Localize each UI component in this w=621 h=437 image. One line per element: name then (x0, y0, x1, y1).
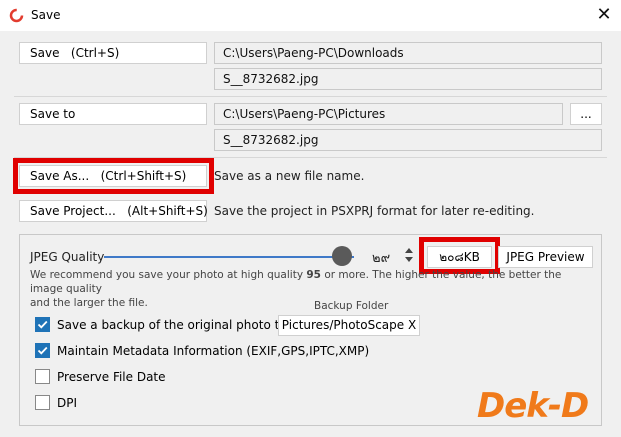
browse-folder-button[interactable]: ... (570, 103, 602, 125)
slider-knob[interactable] (331, 246, 352, 266)
save-project-note: Save the project in PSXPRJ format for la… (214, 204, 535, 218)
window-title: Save (31, 8, 61, 22)
recommendation-text: We recommend you save your photo at high… (30, 269, 307, 281)
save-button[interactable]: Save (Ctrl+S) (19, 42, 207, 64)
save-to-filename-field: S__8732682.jpg (214, 129, 602, 151)
quality-recommendation: We recommend you save your photo at high… (30, 268, 590, 310)
dpi-checkbox[interactable] (35, 395, 50, 410)
preserve-date-checkbox-label: Preserve File Date (57, 370, 166, 384)
backup-checkbox-label: Save a backup of the original photo to (57, 318, 287, 332)
save-project-button[interactable]: Save Project... (Alt+Shift+S) (19, 200, 208, 222)
backup-folder-button[interactable]: Pictures/PhotoScape X (278, 315, 420, 336)
save-to-button[interactable]: Save to (19, 103, 207, 125)
jpeg-quality-value[interactable]: ๒๙ (372, 247, 390, 268)
backup-folder-label: Backup Folder (314, 300, 389, 312)
dek-d-watermark-logo: Dek-D (477, 386, 589, 426)
save-filename-field: S__8732682.jpg (214, 68, 602, 90)
photoscape-app-icon (9, 8, 24, 23)
backup-checkbox[interactable] (35, 317, 50, 332)
recommended-quality: 95 (306, 269, 321, 281)
close-icon[interactable]: ✕ (592, 4, 616, 26)
jpeg-preview-button[interactable]: JPEG Preview (498, 246, 593, 268)
highlight-box-save-as (13, 158, 214, 194)
title-bar (0, 0, 621, 31)
dpi-checkbox-label: DPI (57, 396, 78, 410)
recommendation-text: and the larger the file. (30, 297, 148, 309)
jpeg-quality-label: JPEG Quality (30, 250, 105, 264)
save-path-field: C:\Users\Paeng-PC\Downloads (214, 42, 602, 64)
save-as-note: Save as a new file name. (214, 169, 365, 183)
metadata-checkbox-label: Maintain Metadata Information (EXIF,GPS,… (57, 344, 370, 358)
save-to-path-field: C:\Users\Paeng-PC\Pictures (214, 103, 563, 125)
metadata-checkbox[interactable] (35, 343, 50, 358)
quality-spinner-icon[interactable] (404, 246, 414, 264)
preserve-date-checkbox[interactable] (35, 369, 50, 384)
divider (14, 96, 607, 97)
jpeg-quality-slider[interactable] (104, 256, 354, 258)
